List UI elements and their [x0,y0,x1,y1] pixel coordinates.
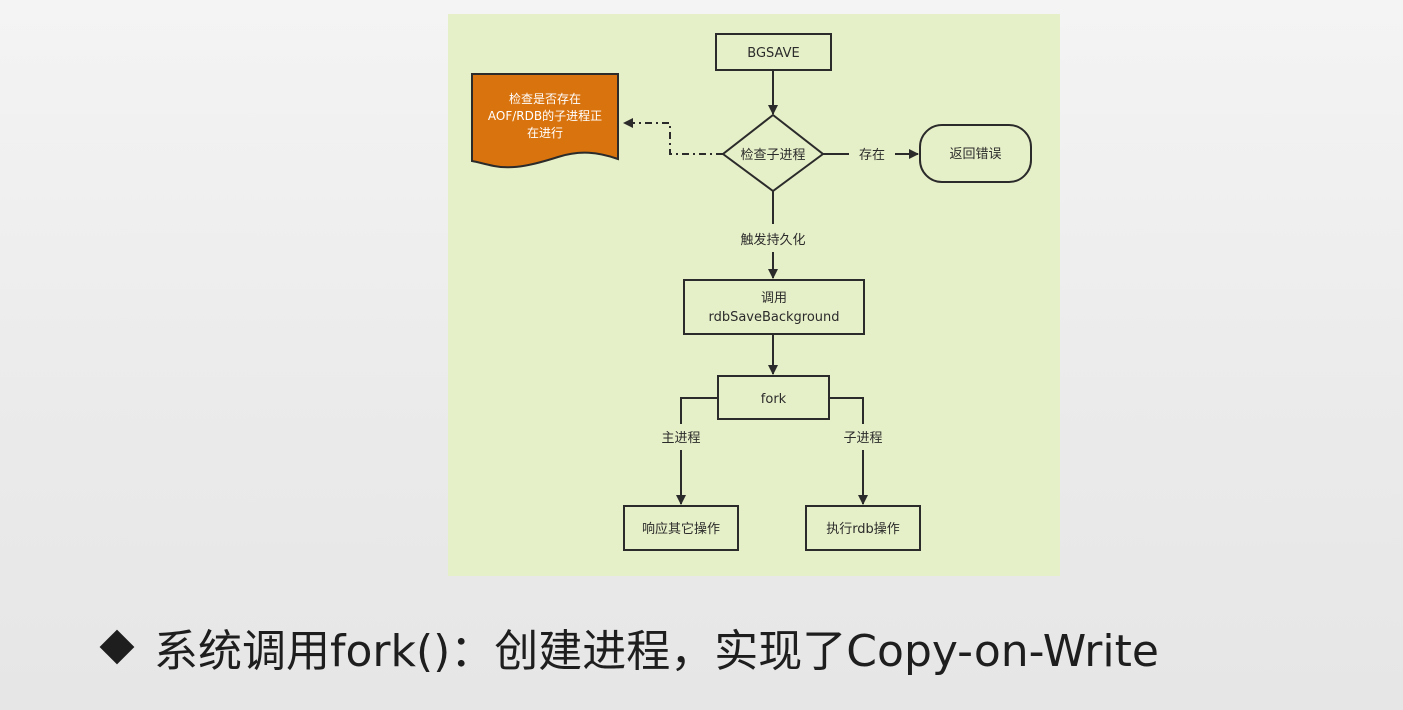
edge-fork-to-main-a [680,397,718,424]
node-return-error: 返回错误 [919,124,1032,183]
node-exec-rdb-label: 执行rdb操作 [826,521,900,537]
node-respond-label: 响应其它操作 [642,521,720,537]
node-bgsave: BGSAVE [715,33,832,71]
caption-text: 系统调用fork()：创建进程，实现了Copy-on-Write [154,626,1159,677]
diamond-bullet-icon [99,629,135,665]
node-bgsave-label: BGSAVE [747,46,799,61]
node-call-rdbsavebackground: 调用 rdbSaveBackground [683,279,865,335]
node-check-child: 检查子进程 [721,113,825,193]
edge-label-child-process: 子进程 [843,431,882,446]
node-fork: fork [717,375,830,420]
edge-label-exists: 存在 [859,148,885,163]
caption: 系统调用fork()：创建进程，实现了Copy-on-Write [96,612,1159,682]
edge-fork-to-child-a [829,397,864,424]
node-check-child-label: 检查子进程 [740,148,805,163]
edge-label-trigger: 触发持久化 [740,232,805,248]
flowchart: BGSAVE 检查子进程 检查是否存在 AOF/RDB的子进程正 在进行 存在 … [471,33,1032,551]
flowchart-panel: BGSAVE 检查子进程 检查是否存在 AOF/RDB的子进程正 在进行 存在 … [448,14,1060,576]
node-fork-label: fork [761,392,787,407]
node-return-error-label: 返回错误 [949,147,1001,162]
note-line-1: 检查是否存在 [509,91,581,106]
node-exec-rdb: 执行rdb操作 [805,505,921,551]
node-call-line-2: rdbSaveBackground [708,310,839,325]
note-line-3: 在进行 [527,126,563,140]
node-respond-other: 响应其它操作 [623,505,739,551]
note-check-aof-rdb: 检查是否存在 AOF/RDB的子进程正 在进行 [471,73,619,169]
node-call-line-1: 调用 [761,291,787,306]
note-line-2: AOF/RDB的子进程正 [488,108,602,123]
edge-check-to-note [623,118,723,155]
edge-label-main-process: 主进程 [661,431,700,446]
